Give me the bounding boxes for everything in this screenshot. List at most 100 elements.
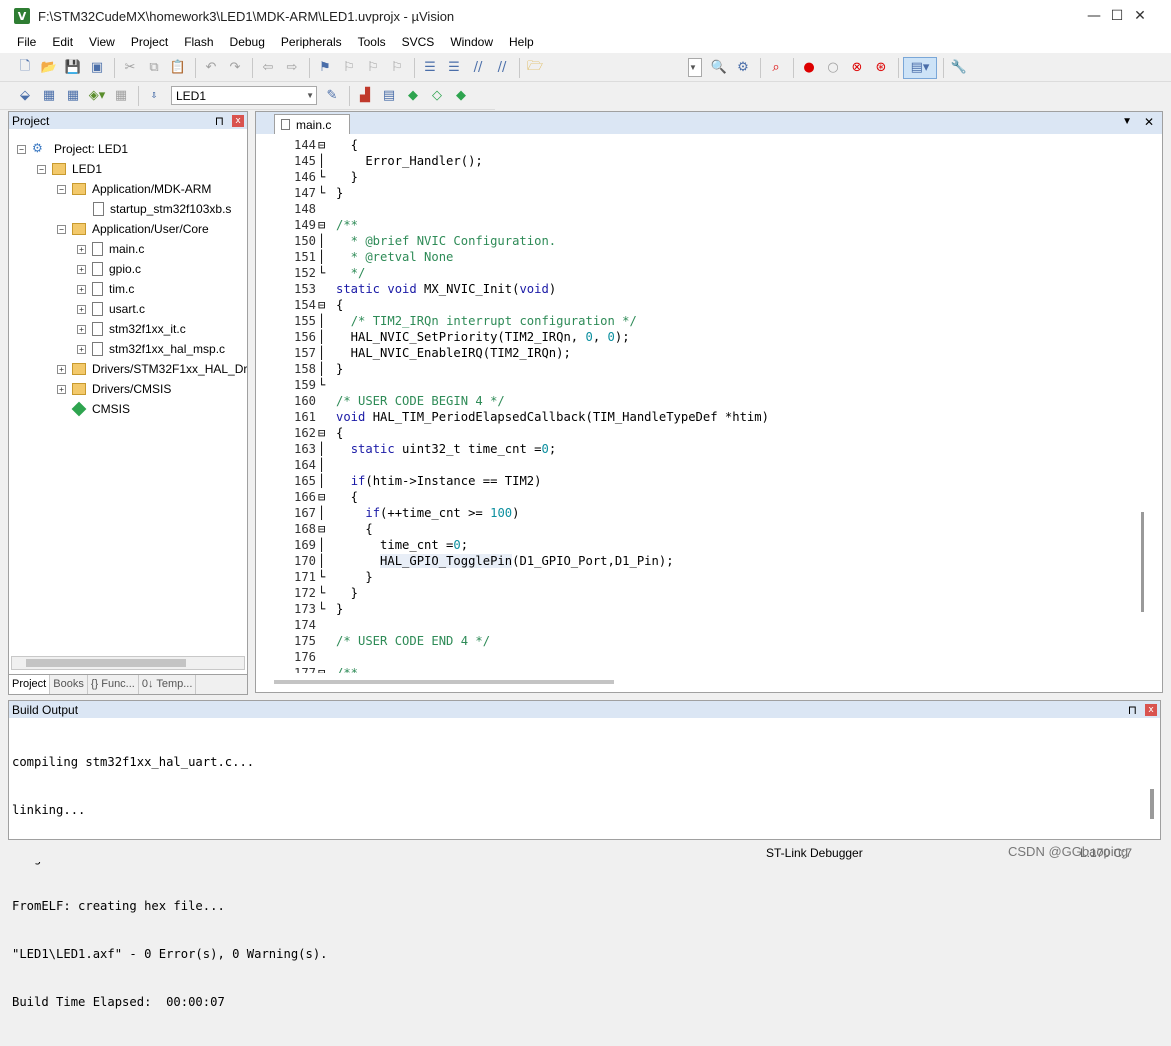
expand-icon[interactable]: + — [77, 244, 86, 254]
expand-icon[interactable]: + — [77, 344, 86, 354]
tree-item-target[interactable]: − LED1 — [37, 159, 102, 179]
disable-all-breakpoints-icon[interactable]: ⊗ — [846, 57, 868, 79]
tree-item-file[interactable]: + stm32f1xx_it.c — [77, 319, 186, 339]
incremental-find-icon[interactable]: 🔍 — [708, 57, 730, 79]
comment-icon[interactable]: // — [467, 57, 489, 79]
pin-icon[interactable]: ⊓ — [215, 114, 224, 128]
save-all-icon[interactable]: ▣ — [86, 57, 108, 79]
menu-peripherals[interactable]: Peripherals — [273, 32, 350, 53]
expand-icon[interactable]: + — [77, 284, 86, 294]
menu-svcs[interactable]: SVCS — [394, 32, 443, 53]
tree-item-cmsis[interactable]: CMSIS — [71, 399, 130, 419]
tree-item-file[interactable]: + stm32f1xx_hal_msp.c — [77, 339, 225, 359]
fold-marker[interactable]: ⊟ — [318, 137, 334, 153]
indent-icon[interactable]: ☰ — [419, 57, 441, 79]
tree-item-group[interactable]: + Drivers/STM32F1xx_HAL_Driver — [57, 359, 247, 379]
tree-item-group[interactable]: + Drivers/CMSIS — [57, 379, 171, 399]
nav-forward-icon[interactable]: ⇨ — [281, 57, 303, 79]
stop-build-icon[interactable]: ▦ — [110, 85, 132, 107]
scrollbar-thumb[interactable] — [26, 659, 186, 667]
fold-marker[interactable]: ⊟ — [318, 425, 334, 441]
expand-icon[interactable]: + — [77, 264, 86, 274]
find-icon[interactable]: ⚙ — [732, 57, 754, 79]
pack-installer-icon[interactable]: ◆ — [450, 85, 472, 107]
close-panel-button[interactable]: x — [1145, 703, 1157, 716]
build-output-text[interactable]: compiling stm32f1xx_hal_uart.c... linkin… — [9, 718, 1160, 1046]
fold-marker[interactable]: ⊟ — [318, 297, 334, 313]
paste-icon[interactable]: 📋 — [167, 57, 189, 79]
tab-main-c[interactable]: main.c — [274, 114, 350, 134]
build-vertical-scrollbar[interactable] — [1150, 789, 1154, 819]
menu-help[interactable]: Help — [501, 32, 542, 53]
collapse-icon[interactable]: − — [17, 144, 26, 154]
tab-books[interactable]: Books — [50, 675, 88, 694]
collapse-icon[interactable]: − — [37, 164, 46, 174]
target-select[interactable]: LED1 ▼ — [171, 86, 317, 105]
clear-bookmarks-icon[interactable]: ⚐ — [386, 57, 408, 79]
tree-item-group[interactable]: − Application/User/Core — [57, 219, 209, 239]
expand-icon[interactable]: + — [57, 364, 66, 374]
target-options-icon[interactable]: ✎ — [321, 85, 343, 107]
unindent-icon[interactable]: ☰ — [443, 57, 465, 79]
debug-session-icon[interactable]: ⌕ — [765, 57, 787, 79]
tree-item-file[interactable]: + gpio.c — [77, 259, 141, 279]
undo-icon[interactable]: ↶ — [200, 57, 222, 79]
nav-back-icon[interactable]: ⇦ — [257, 57, 279, 79]
expand-icon[interactable]: + — [77, 304, 86, 314]
tree-item-group[interactable]: − Application/MDK-ARM — [57, 179, 211, 199]
menu-project[interactable]: Project — [123, 32, 176, 53]
kill-all-breakpoints-icon[interactable]: ⊛ — [870, 57, 892, 79]
select-software-packs-icon[interactable]: ◇ — [426, 85, 448, 107]
new-file-icon[interactable]: 🗋 — [14, 57, 36, 79]
batch-build-icon[interactable]: ◈▾ — [86, 85, 108, 107]
tab-list-icon[interactable]: ▼ — [1122, 116, 1132, 127]
rebuild-icon[interactable]: ▦ — [62, 85, 84, 107]
pin-icon[interactable]: ⊓ — [1128, 703, 1137, 717]
tree-item-file[interactable]: + usart.c — [77, 299, 145, 319]
window-layout-icon[interactable]: ▤▾ — [903, 56, 937, 79]
uncomment-icon[interactable]: // — [491, 57, 513, 79]
expand-icon[interactable]: + — [77, 324, 86, 334]
cut-icon[interactable]: ✂ — [119, 57, 141, 79]
close-panel-button[interactable]: x — [232, 114, 244, 127]
redo-icon[interactable]: ↷ — [224, 57, 246, 79]
menu-file[interactable]: File — [9, 32, 44, 53]
translate-icon[interactable]: ⬙ — [14, 85, 36, 107]
open-file-icon[interactable]: 📂 — [38, 57, 60, 79]
menu-view[interactable]: View — [81, 32, 123, 53]
configure-icon[interactable]: 🔧 — [948, 57, 970, 79]
tab-project[interactable]: Project — [9, 675, 51, 694]
editor-horizontal-scrollbar[interactable] — [274, 680, 614, 684]
build-icon[interactable]: ▦ — [38, 85, 60, 107]
tree-horizontal-scrollbar[interactable] — [11, 656, 245, 670]
file-extensions-icon[interactable]: ▤ — [378, 85, 400, 107]
tab-functions[interactable]: {} Func... — [88, 675, 139, 694]
tree-item-file[interactable]: startup_stm32f103xb.s — [93, 199, 231, 219]
prev-bookmark-icon[interactable]: ⚐ — [338, 57, 360, 79]
disable-breakpoint-icon[interactable]: ○ — [822, 57, 844, 79]
tree-item-file[interactable]: + main.c — [77, 239, 144, 259]
collapse-icon[interactable]: − — [57, 224, 66, 234]
menu-edit[interactable]: Edit — [44, 32, 81, 53]
collapse-icon[interactable]: − — [57, 184, 66, 194]
manage-project-items-icon[interactable]: ▟ — [354, 85, 376, 107]
close-tab-icon[interactable]: ✕ — [1144, 115, 1154, 129]
code-text-area[interactable]: 144 ⊟ { 145 │ Error_Handler(); 146 └ } 147 └… — [258, 137, 1142, 673]
tree-item-file[interactable]: + tim.c — [77, 279, 134, 299]
close-window-button[interactable]: ✕ — [1117, 0, 1163, 32]
find-in-files-icon[interactable]: 🗁 — [524, 57, 546, 79]
breakpoint-icon[interactable]: ● — [798, 57, 820, 79]
load-download-icon[interactable]: ⇩ — [143, 85, 165, 107]
run-time-environment-icon[interactable]: ◆ — [402, 85, 424, 107]
fold-marker[interactable]: ⊟ — [318, 217, 334, 233]
fold-marker[interactable]: ⊟ — [318, 665, 334, 673]
copy-icon[interactable]: ⧉ — [143, 57, 165, 79]
next-bookmark-icon[interactable]: ⚐ — [362, 57, 384, 79]
tree-item-project-root[interactable]: − ⚙ Project: LED1 — [17, 139, 128, 159]
menu-window[interactable]: Window — [442, 32, 501, 53]
menu-flash[interactable]: Flash — [176, 32, 221, 53]
fold-marker[interactable]: ⊟ — [318, 489, 334, 505]
tab-templates[interactable]: 0↓ Temp... — [139, 675, 197, 694]
expand-icon[interactable]: + — [57, 384, 66, 394]
editor-vertical-scrollbar[interactable] — [1141, 512, 1144, 612]
